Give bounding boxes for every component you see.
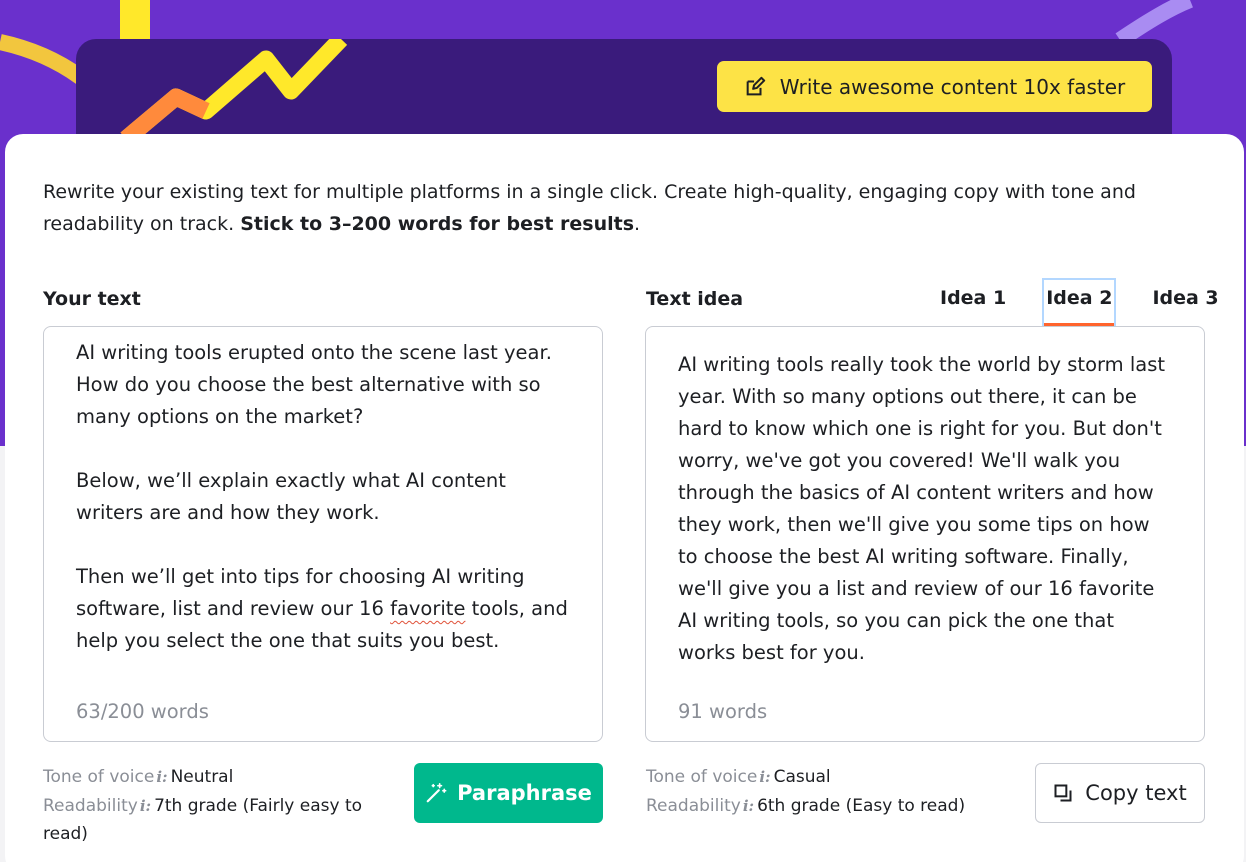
input-paragraph-2: Below, we’ll explain exactly what AI con… xyxy=(76,469,513,524)
cta-label: Write awesome content 10x faster xyxy=(779,74,1126,99)
input-text-area[interactable]: AI writing tools erupted onto the scene … xyxy=(43,326,603,742)
output-word-count: 91 words xyxy=(678,700,768,723)
magic-wand-icon xyxy=(426,783,447,803)
output-readability-row: Readability i: 6th grade (Easy to read) xyxy=(646,792,986,820)
intro-word-limit: Stick to 3–200 words for best results xyxy=(240,213,635,235)
output-metrics: Tone of voice i: Casual Readability i: 6th g… xyxy=(646,762,986,820)
tone-value: Casual xyxy=(773,767,831,787)
input-paragraph-1: AI writing tools erupted onto the scene … xyxy=(76,341,559,428)
spellcheck-flagged-word[interactable]: favorite xyxy=(390,597,465,620)
edit-icon xyxy=(746,76,765,95)
info-icon[interactable]: i: xyxy=(743,797,754,815)
text-idea-title: Text idea xyxy=(646,288,744,310)
tone-label: Tone of voice xyxy=(43,767,155,787)
paraphrase-label: Paraphrase xyxy=(457,781,592,805)
tab-idea-2[interactable]: Idea 2 xyxy=(1042,278,1117,328)
readability-value: 6th grade (Easy to read) xyxy=(757,796,966,816)
intro-text: Rewrite your existing text for multiple … xyxy=(43,176,1213,240)
idea-tabs: Idea 1 Idea 2 Idea 3 xyxy=(920,278,1221,328)
input-text[interactable]: AI writing tools erupted onto the scene … xyxy=(76,337,574,657)
tab-idea-1[interactable]: Idea 1 xyxy=(938,280,1008,326)
output-text: AI writing tools really took the world b… xyxy=(678,353,1166,664)
input-word-count: 63/200 words xyxy=(76,700,209,723)
output-tone-row: Tone of voice i: Casual xyxy=(646,762,986,792)
input-readability-row: Readability i: 7th grade (Fairly easy to r… xyxy=(43,792,383,848)
readability-label: Readability xyxy=(43,796,138,816)
tone-value: Neutral xyxy=(170,767,234,787)
write-content-faster-button[interactable]: Write awesome content 10x faster xyxy=(717,61,1152,112)
copy-text-button[interactable]: Copy text xyxy=(1035,763,1205,823)
tab-idea-3[interactable]: Idea 3 xyxy=(1150,280,1220,326)
readability-label: Readability xyxy=(646,796,741,816)
copy-text-label: Copy text xyxy=(1085,781,1187,805)
trend-line-illustration xyxy=(120,39,348,146)
intro-period: . xyxy=(634,213,641,235)
input-tone-row: Tone of voice i: Neutral xyxy=(43,762,383,792)
tone-label: Tone of voice xyxy=(646,767,758,787)
input-metrics: Tone of voice i: Neutral Readability i: 7th … xyxy=(43,762,383,848)
info-icon[interactable]: i: xyxy=(156,768,167,786)
copy-icon xyxy=(1054,784,1072,802)
info-icon[interactable]: i: xyxy=(759,768,770,786)
output-text-area: AI writing tools really took the world b… xyxy=(645,326,1205,742)
your-text-title: Your text xyxy=(43,288,141,310)
info-icon[interactable]: i: xyxy=(140,797,151,815)
paraphrase-button[interactable]: Paraphrase xyxy=(414,763,603,823)
